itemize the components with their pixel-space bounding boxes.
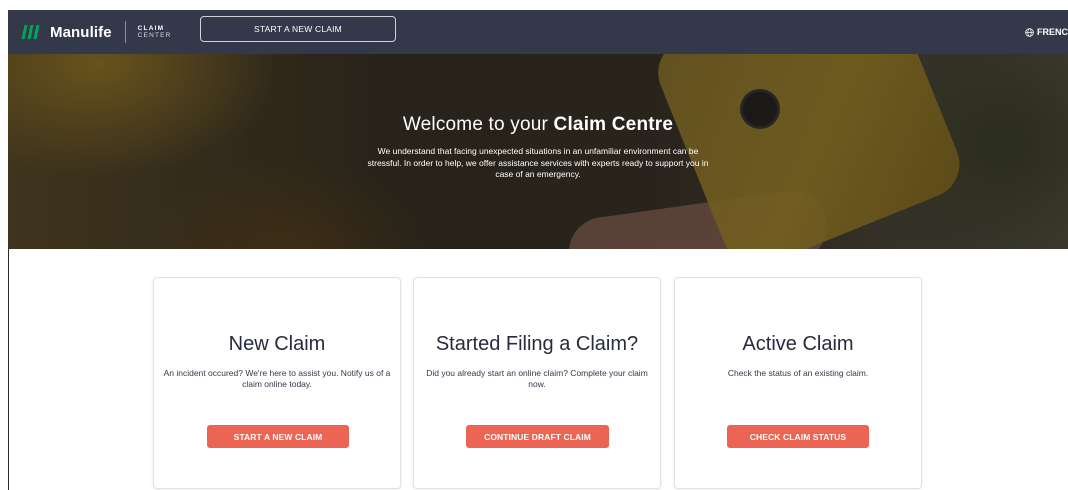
page-left-border (8, 249, 9, 490)
new-claim-card-description: An incident occured? We're here to assis… (163, 368, 391, 389)
new-claim-card-title: New Claim (228, 333, 326, 355)
header-start-new-claim-button[interactable]: START A NEW CLAIM (200, 16, 396, 42)
hero-title-prefix: Welcome to your (402, 114, 554, 135)
active-claim-card: Active Claim Check the status of an exis… (674, 277, 922, 489)
brand-name: Manulife (50, 23, 112, 41)
continue-draft-claim-button[interactable]: CONTINUE DRAFT CLAIM (466, 425, 609, 448)
draft-claim-card-description: Did you already start an online claim? C… (426, 368, 648, 389)
language-switch-link[interactable]: FRENC (1025, 10, 1068, 54)
language-switch-label: FRENC (1037, 27, 1068, 37)
start-new-claim-button[interactable]: START A NEW CLAIM (207, 425, 349, 448)
active-claim-card-title: Active Claim (742, 333, 854, 355)
hero-title-emphasis: Claim Centre (553, 114, 674, 135)
brand-subtitle-line2: CENTER (137, 32, 172, 39)
new-claim-card: New Claim An incident occured? We're her… (153, 277, 401, 489)
brand-logo[interactable]: Manulife CLAIM CENTER (21, 21, 172, 43)
brand-divider (124, 21, 126, 43)
brand-subtitle-line1: CLAIM (137, 25, 165, 32)
top-navigation-bar: Manulife CLAIM CENTER START A NEW CLAIM … (8, 10, 1068, 54)
hero-content: Welcome to your Claim Centre We understa… (8, 114, 1068, 181)
check-claim-status-button[interactable]: CHECK CLAIM STATUS (727, 425, 869, 448)
manulife-logo-icon (21, 25, 40, 39)
hero-description: We understand that facing unexpected sit… (367, 146, 709, 179)
hero-title: Welcome to your Claim Centre (8, 114, 1068, 136)
brand-subtitle: CLAIM CENTER (138, 25, 172, 39)
active-claim-card-description: Check the status of an existing claim. (727, 368, 869, 378)
draft-claim-card-title: Started Filing a Claim? (435, 333, 639, 355)
globe-icon (1025, 27, 1034, 37)
draft-claim-card: Started Filing a Claim? Did you already … (413, 277, 661, 489)
hero-banner: Welcome to your Claim Centre We understa… (8, 54, 1068, 249)
